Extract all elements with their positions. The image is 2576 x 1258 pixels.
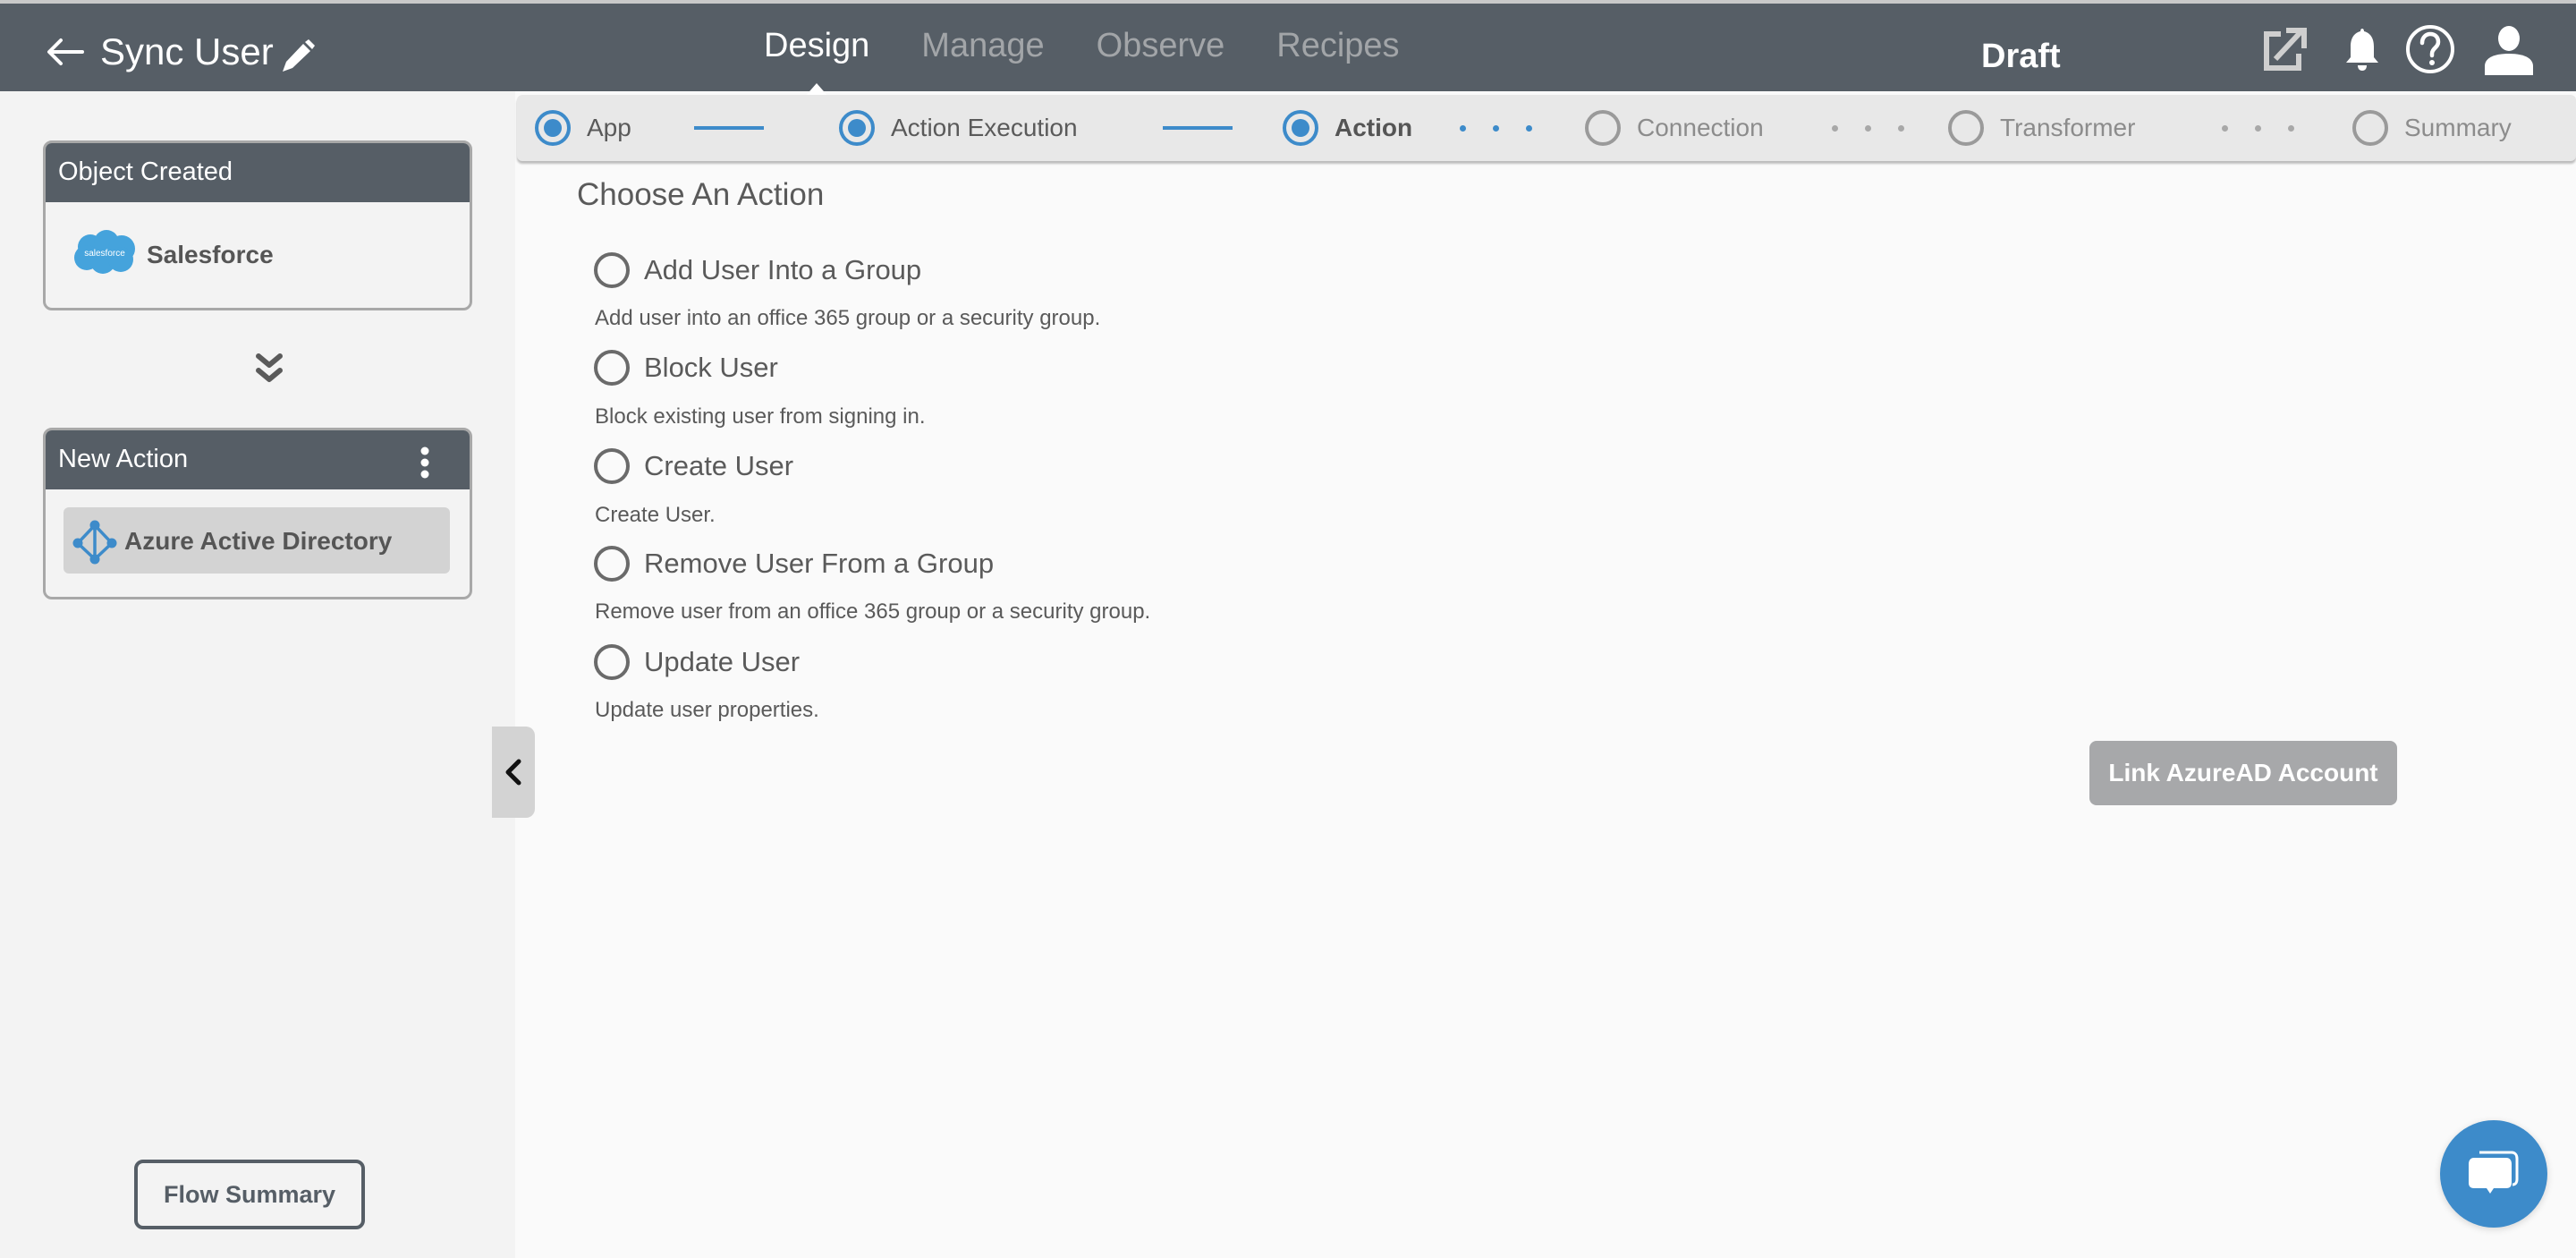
- salesforce-logo-text: salesforce: [84, 249, 125, 259]
- help-icon[interactable]: [2404, 23, 2456, 75]
- trigger-card[interactable]: Object Created salesforce Salesforce: [43, 140, 472, 310]
- step-label: Action Execution: [891, 114, 1078, 141]
- radio-button[interactable]: [594, 252, 630, 288]
- step-label: Connection: [1637, 114, 1764, 141]
- azure-ad-icon: [72, 520, 117, 565]
- step-summary[interactable]: Summary: [2352, 95, 2512, 161]
- action-label: Block User: [644, 352, 778, 383]
- step-indicator: [535, 110, 571, 146]
- radio-button[interactable]: [594, 644, 630, 680]
- action-option-add-user-into-group[interactable]: Add User Into a Group: [594, 252, 921, 288]
- step-connector: [694, 126, 764, 130]
- chat-support-button[interactable]: [2440, 1120, 2547, 1228]
- step-action[interactable]: Action: [1283, 95, 1412, 161]
- step-connector: [1163, 126, 1233, 130]
- step-indicator: [839, 110, 875, 146]
- action-app-name: Azure Active Directory: [124, 527, 393, 555]
- tab-recipes[interactable]: Recipes: [1276, 27, 1399, 65]
- tab-observe[interactable]: Observe: [1097, 27, 1225, 65]
- tab-design[interactable]: Design: [764, 27, 869, 65]
- action-card-header: New Action: [46, 430, 470, 489]
- flow-summary-button[interactable]: Flow Summary: [134, 1160, 365, 1229]
- radio-button[interactable]: [594, 546, 630, 582]
- radio-button[interactable]: [594, 448, 630, 484]
- salesforce-logo-icon: salesforce: [74, 230, 135, 274]
- step-label: Summary: [2404, 114, 2512, 141]
- step-connector-dots: [1460, 125, 1532, 132]
- trigger-app-name: Salesforce: [147, 241, 274, 268]
- action-label: Create User: [644, 450, 794, 481]
- bell-icon[interactable]: [2336, 23, 2388, 75]
- collapse-sidebar-button[interactable]: [492, 727, 535, 818]
- action-option-block-user[interactable]: Block User: [594, 350, 778, 386]
- step-connection[interactable]: Connection: [1585, 95, 1764, 161]
- action-description: Add user into an office 365 group or a s…: [595, 306, 1101, 330]
- user-icon[interactable]: [2483, 23, 2535, 75]
- double-chevron-down-icon: [256, 353, 283, 382]
- step-indicator: [1283, 110, 1318, 146]
- action-card[interactable]: New Action Azure Active Directory: [43, 428, 472, 599]
- action-option-remove-user-from-group[interactable]: Remove User From a Group: [594, 546, 994, 582]
- flow-sidebar: Object Created salesforce Salesforce New…: [0, 91, 515, 1258]
- step-label: App: [587, 114, 631, 141]
- step-indicator: [1585, 110, 1621, 146]
- step-label: Transformer: [2000, 114, 2136, 141]
- link-azuread-account-button[interactable]: Link AzureAD Account: [2089, 741, 2397, 805]
- top-header: Sync User Design Manage Observe Recipes …: [0, 0, 2576, 91]
- action-label: Add User Into a Group: [644, 254, 922, 285]
- action-label: Remove User From a Group: [644, 548, 995, 579]
- step-label: Action: [1335, 114, 1413, 141]
- action-option-create-user[interactable]: Create User: [594, 448, 793, 484]
- step-indicator: [1948, 110, 1984, 146]
- trigger-card-title: Object Created: [46, 143, 470, 202]
- action-option-update-user[interactable]: Update User: [594, 644, 800, 680]
- action-description: Remove user from an office 365 group or …: [595, 599, 1151, 624]
- action-description: Block existing user from signing in.: [595, 404, 926, 429]
- flow-title: Sync User: [100, 30, 274, 72]
- tab-manage[interactable]: Manage: [921, 27, 1044, 65]
- back-arrow-icon[interactable]: [45, 38, 84, 66]
- action-description: Create User.: [595, 503, 716, 527]
- chevron-left-icon: [505, 759, 521, 786]
- action-label: Update User: [644, 646, 801, 677]
- more-options-icon[interactable]: [419, 446, 430, 479]
- chat-bubbles-icon: [2469, 1151, 2519, 1194]
- main-nav: Design Manage Observe Recipes: [764, 27, 1400, 65]
- status-badge: Draft: [1981, 38, 2061, 75]
- radio-button[interactable]: [594, 350, 630, 386]
- action-description: Update user properties.: [595, 698, 819, 722]
- step-connector-dots: [1832, 125, 1904, 132]
- progress-stepper: App Action Execution Action Connection T…: [517, 95, 2576, 161]
- step-connector-dots: [2222, 125, 2294, 132]
- step-app[interactable]: App: [535, 95, 631, 161]
- step-action-execution[interactable]: Action Execution: [839, 95, 1078, 161]
- action-card-title: New Action: [58, 445, 189, 473]
- step-transformer[interactable]: Transformer: [1948, 95, 2135, 161]
- selected-app-pill[interactable]: Azure Active Directory: [64, 507, 450, 574]
- section-title: Choose An Action: [577, 177, 825, 212]
- edit-pencil-icon[interactable]: [279, 39, 315, 75]
- external-link-icon[interactable]: [2259, 23, 2311, 75]
- step-indicator: [2352, 110, 2388, 146]
